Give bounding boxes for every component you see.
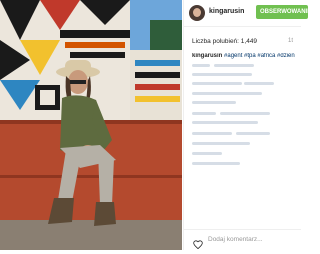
comment-placeholder-line xyxy=(220,112,270,115)
follow-button[interactable]: OBSERWOWANIE xyxy=(256,5,308,19)
comment-placeholder-line xyxy=(192,162,240,165)
comment-placeholder-line xyxy=(192,112,216,115)
comment-placeholder-line xyxy=(192,101,236,104)
comment-placeholder-line xyxy=(244,82,274,85)
caption-hashtags[interactable]: #agent #tpa #africa #dzien xyxy=(224,53,295,59)
post-footer: Dodaj komentarz... xyxy=(184,229,301,251)
comment-placeholder-line xyxy=(192,142,250,145)
heart-icon-glyph xyxy=(193,240,203,250)
post-header: kingarusin OBSERWOWANIE xyxy=(184,0,308,27)
comment-placeholder-line xyxy=(214,64,254,67)
caption-username[interactable]: kingarusin xyxy=(192,53,222,59)
comment-placeholder-line xyxy=(192,132,232,135)
profile-avatar[interactable] xyxy=(189,5,205,21)
comment-placeholder-line xyxy=(236,132,270,135)
heart-icon[interactable] xyxy=(193,236,203,254)
likes-count[interactable]: Liczba polubień: 1,449 xyxy=(192,38,257,45)
comment-placeholder-line xyxy=(192,82,242,85)
post-age[interactable]: 1t xyxy=(288,38,293,44)
post-image xyxy=(0,0,182,250)
comment-placeholder-line xyxy=(192,92,262,95)
comment-input[interactable]: Dodaj komentarz... xyxy=(208,236,263,243)
post-caption: kingarusin #agent #tpa #africa #dzien xyxy=(192,53,301,59)
header-username[interactable]: kingarusin xyxy=(209,8,244,15)
comment-placeholder-line xyxy=(192,152,222,155)
comment-placeholder-line xyxy=(192,73,252,76)
post-photo[interactable] xyxy=(0,0,182,250)
comment-placeholder-line xyxy=(192,64,210,67)
post-sidebar: kingarusin OBSERWOWANIE Liczba polubień:… xyxy=(183,0,308,251)
comment-placeholder-line xyxy=(192,121,258,124)
